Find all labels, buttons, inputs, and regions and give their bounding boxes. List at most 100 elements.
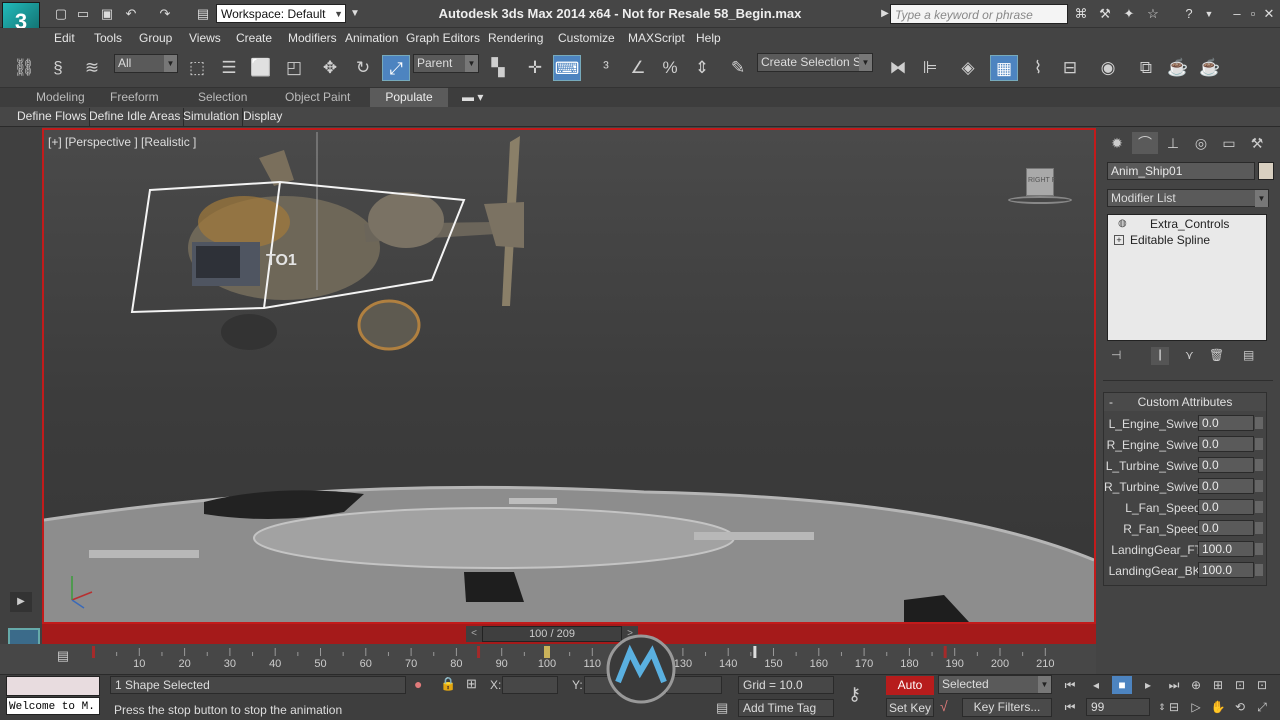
pin-stack-icon[interactable]: ⊣ — [1111, 348, 1121, 362]
auto-key-button[interactable]: Auto Key — [886, 676, 934, 711]
x-coordinate-field[interactable] — [502, 676, 558, 694]
zoom-extents-all-icon[interactable]: ⊡ — [1252, 676, 1272, 694]
set-keys-key-icon[interactable]: ⚷ — [848, 684, 861, 705]
current-frame-field[interactable]: 99 — [1086, 698, 1150, 716]
menu-help[interactable]: Help — [696, 31, 721, 45]
expand-plus-icon[interactable]: + — [1114, 235, 1124, 245]
display-button[interactable]: Display — [240, 108, 285, 126]
utilities-tab-icon[interactable]: ⚒ — [1244, 132, 1270, 154]
select-manipulate-icon[interactable]: ✛ — [521, 55, 549, 81]
curve-editor-icon[interactable]: ⌇ — [1024, 55, 1052, 81]
ribbon-options-icon[interactable]: ▬ ▾ — [462, 88, 483, 107]
maxscript-mini-listener[interactable]: Welcome to M. — [6, 697, 100, 715]
select-by-name-icon[interactable]: ☰ — [215, 55, 243, 81]
attribute-value-spinner[interactable]: 0.0 — [1198, 457, 1263, 473]
menu-edit[interactable]: Edit — [54, 31, 75, 45]
lock-selection-icon[interactable]: 🔒 — [440, 676, 456, 692]
edit-named-selection-icon[interactable]: ✎ — [724, 55, 752, 81]
percent-snap-icon[interactable]: % — [656, 55, 684, 81]
scale-icon[interactable]: ⤢ — [382, 55, 410, 81]
field-of-view-icon[interactable]: ▷ — [1186, 698, 1206, 716]
remove-modifier-icon[interactable]: 🗑 — [1209, 348, 1224, 362]
attribute-value-spinner[interactable]: 0.0 — [1198, 415, 1263, 431]
toggle-ribbon-icon[interactable]: ▦ — [990, 55, 1018, 81]
perspective-viewport[interactable]: TO1 [+] [Perspective ] [Realistic ] RIGH… — [42, 128, 1096, 624]
attribute-value-spinner[interactable]: 0.0 — [1198, 436, 1263, 452]
zoom-icon[interactable]: ⊕ — [1186, 676, 1206, 694]
attribute-value-spinner[interactable]: 0.0 — [1198, 478, 1263, 494]
keyboard-shortcut-override-icon[interactable]: ⌨ — [553, 55, 581, 81]
tab-modeling[interactable]: Modeling — [36, 88, 85, 107]
help-dropdown-icon[interactable]: ▼ — [1200, 5, 1218, 23]
quick-access-dropdown-icon[interactable]: ▼ — [346, 5, 364, 23]
attribute-value-spinner[interactable]: 0.0 — [1198, 499, 1263, 515]
stack-item-extra-controls[interactable]: ◍ Extra_Controls — [1108, 216, 1266, 232]
material-editor-icon[interactable]: ◉ — [1094, 55, 1122, 81]
absolute-mode-icon[interactable]: ⊞ — [466, 676, 477, 692]
stop-button-icon[interactable]: ■ — [1112, 676, 1132, 694]
maxscript-listener[interactable] — [6, 676, 100, 696]
create-tab-icon[interactable]: ✹ — [1104, 132, 1130, 154]
add-time-tag-button[interactable]: Add Time Tag — [738, 699, 834, 717]
rendered-frame-window-icon[interactable]: ☕ — [1164, 55, 1192, 81]
tab-freeform[interactable]: Freeform — [110, 88, 159, 107]
schematic-view-icon[interactable]: ⊟ — [1056, 55, 1084, 81]
go-to-end-icon[interactable]: ⏭ — [1164, 676, 1184, 694]
undo-icon[interactable]: ↶ — [122, 5, 140, 23]
tab-object-paint[interactable]: Object Paint — [285, 88, 350, 107]
define-flows-button[interactable]: Define Flows — [14, 108, 91, 126]
mini-curve-editor-icon[interactable]: ▤ — [52, 648, 74, 666]
show-end-result-icon[interactable]: | — [1151, 347, 1169, 365]
align-icon[interactable]: ⊫ — [916, 55, 944, 81]
time-slider-prev[interactable]: < — [466, 626, 482, 642]
binoculars-icon[interactable]: ⌘ — [1072, 5, 1090, 23]
motion-tab-icon[interactable]: ◎ — [1188, 132, 1214, 154]
tab-populate[interactable]: Populate — [370, 88, 448, 107]
maximize-viewport-icon[interactable]: ⤢ — [1252, 698, 1272, 716]
reference-coordinate-dropdown[interactable]: Parent ▼ — [413, 54, 479, 73]
link-icon[interactable]: ⛓ — [10, 55, 38, 81]
menu-rendering[interactable]: Rendering — [488, 31, 543, 45]
select-object-icon[interactable]: ⬚ — [183, 55, 211, 81]
stack-item-editable-spline[interactable]: + Editable Spline — [1108, 232, 1266, 248]
subscription-icon[interactable]: ⚒ — [1096, 5, 1114, 23]
tab-selection[interactable]: Selection — [198, 88, 247, 107]
communication-center-icon[interactable]: ✦ — [1120, 5, 1138, 23]
menu-tools[interactable]: Tools — [94, 31, 122, 45]
move-icon[interactable]: ✥ — [316, 55, 344, 81]
object-name-field[interactable]: Anim_Ship01 — [1107, 162, 1255, 180]
next-frame-icon[interactable]: ▸ — [1138, 676, 1158, 694]
previous-frame-icon[interactable]: ◂ — [1086, 676, 1106, 694]
menu-modifiers[interactable]: Modifiers — [288, 31, 337, 45]
rotate-icon[interactable]: ↻ — [349, 55, 377, 81]
menu-graph-editors[interactable]: Graph Editors — [406, 31, 480, 45]
window-crossing-icon[interactable]: ◰ — [280, 55, 308, 81]
zoom-extents-icon[interactable]: ⊡ — [1230, 676, 1250, 694]
layer-manager-icon[interactable]: ◈ — [954, 55, 982, 81]
render-production-icon[interactable]: ☕ — [1196, 55, 1224, 81]
spinner-snap-icon[interactable]: ⇕ — [688, 55, 716, 81]
unlink-icon[interactable]: § — [44, 55, 72, 81]
attribute-value-spinner[interactable]: 100.0 — [1198, 562, 1263, 578]
new-file-icon[interactable]: ▢ — [52, 5, 70, 23]
redo-icon[interactable]: ↷ — [156, 5, 174, 23]
search-input[interactable]: Type a keyword or phrase — [890, 4, 1068, 24]
menu-views[interactable]: Views — [189, 31, 221, 45]
mirror-icon[interactable]: ⧓ — [884, 55, 912, 81]
configure-modifier-sets-icon[interactable]: ▤ — [1243, 348, 1254, 362]
help-icon[interactable]: ? — [1180, 5, 1198, 23]
menu-group[interactable]: Group — [139, 31, 172, 45]
workspace-dropdown[interactable]: Workspace: Default ▼ — [216, 4, 346, 23]
object-color-swatch[interactable] — [1258, 162, 1274, 180]
viewport-label[interactable]: [+] [Perspective ] [Realistic ] — [48, 135, 196, 149]
zoom-all-icon[interactable]: ⊞ — [1208, 676, 1228, 694]
menu-maxscript[interactable]: MAXScript — [628, 31, 685, 45]
selection-filter-dropdown[interactable]: All ▼ — [114, 54, 178, 73]
bind-space-warp-icon[interactable]: ≋ — [78, 55, 106, 81]
attribute-value-spinner[interactable]: 0.0 — [1198, 520, 1263, 536]
display-tab-icon[interactable]: ▭ — [1216, 132, 1242, 154]
pan-view-icon[interactable]: ✋ — [1208, 698, 1228, 716]
isolate-selection-icon[interactable]: ● — [414, 676, 422, 692]
open-file-icon[interactable]: ▭ — [74, 5, 92, 23]
key-mode-toggle-icon[interactable]: ⏮ — [1060, 698, 1080, 716]
